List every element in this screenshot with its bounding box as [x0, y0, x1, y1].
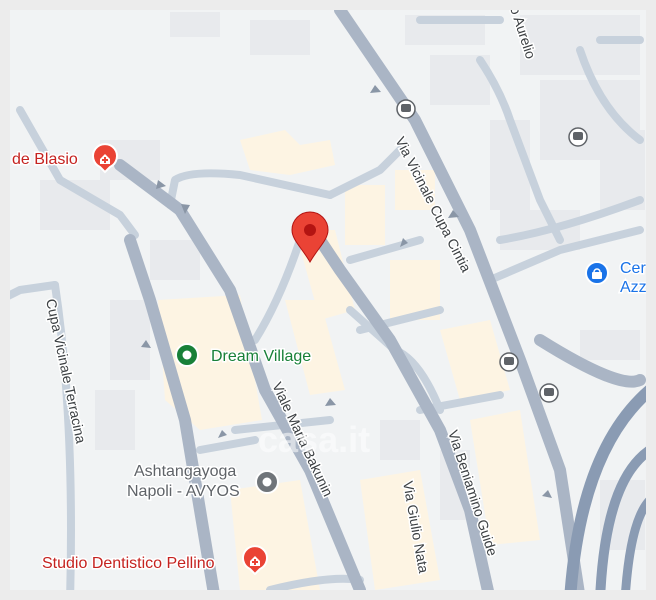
- poi-studio-pellino-label: Studio Dentistico Pellino: [42, 555, 215, 572]
- poi-ashtangayoga-label-line1: Ashtangayoga: [134, 463, 236, 480]
- bus-stop-icon[interactable]: [568, 127, 588, 147]
- poi-dream-village-label: Dream Village: [211, 348, 311, 365]
- bus-stop-icon[interactable]: [539, 383, 559, 403]
- map-canvas[interactable]: Via Vicinale Cupa Cintia Viale Maria Bak…: [0, 0, 656, 600]
- bus-stop-icon[interactable]: [396, 99, 416, 119]
- poi-shopping-label-line2: Azz: [620, 279, 647, 296]
- lodging-icon: [175, 343, 199, 367]
- bus-stop-icon[interactable]: [499, 352, 519, 372]
- shopping-bag-icon: [585, 261, 609, 285]
- poi-shopping-label-line1: Cer: [620, 260, 646, 277]
- place-icon: [255, 470, 279, 494]
- map-frame[interactable]: Via Vicinale Cupa Cintia Viale Maria Bak…: [0, 0, 656, 600]
- poi-de-blasio-label: de Blasio: [12, 151, 78, 168]
- poi-ashtangayoga-label-line2: Napoli - AVYOS: [127, 483, 240, 500]
- watermark-text: casa.it: [258, 419, 370, 460]
